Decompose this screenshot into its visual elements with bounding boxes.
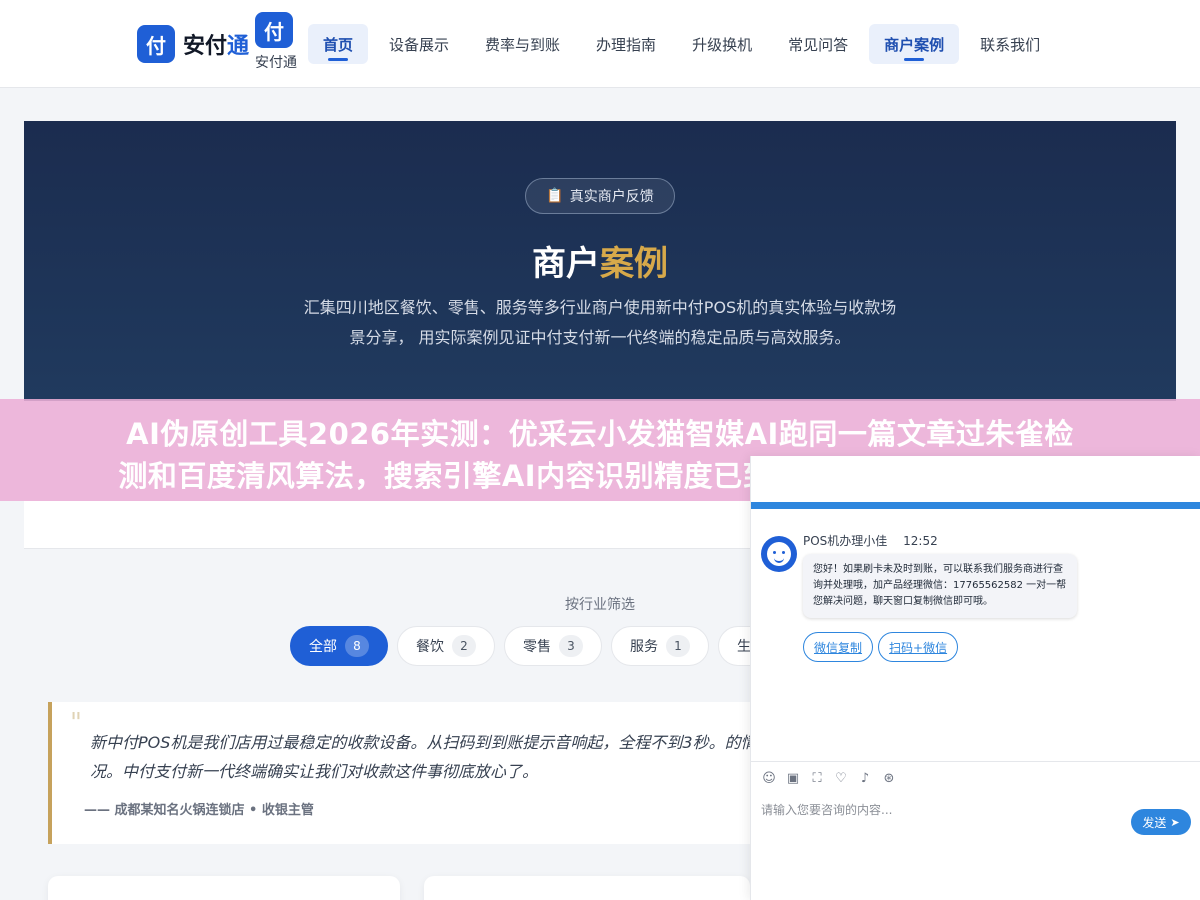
testimonial-author: —— 成都某知名火锅连锁店 • 收银主管 bbox=[84, 803, 314, 818]
logo-secondary[interactable]: 付 安付通 bbox=[255, 12, 297, 72]
nav-guide[interactable]: 办理指南 bbox=[581, 24, 671, 64]
testimonial-text: 新中付POS机是我们店用过最稳定的收款设备。从扫码到到账提示音响起，全程不到3秒… bbox=[90, 733, 757, 781]
logo-text: 安付通 bbox=[183, 34, 250, 59]
copy-wechat-button[interactable]: 微信复制 bbox=[803, 632, 874, 662]
count-badge: 1 bbox=[666, 635, 690, 657]
agent-name: POS机办理小佳 bbox=[803, 534, 888, 548]
hero-section: 📋 真实商户反馈 商户案例 汇集四川地区餐饮、零售、服务等多行业商户使用新中付P… bbox=[24, 121, 1176, 401]
nav-contact[interactable]: 联系我们 bbox=[965, 24, 1055, 64]
case-card[interactable] bbox=[424, 876, 750, 900]
send-arrow-icon: ➤ bbox=[1170, 815, 1180, 829]
case-card[interactable] bbox=[48, 876, 400, 900]
nav-upgrade[interactable]: 升级换机 bbox=[677, 24, 767, 64]
agent-avatar bbox=[761, 536, 797, 572]
chat-widget: — POS机办理小佳 12:52 您好！如果刷卡未及时到账，可以联系我们服务商进… bbox=[750, 456, 1200, 900]
smiley-icon bbox=[767, 542, 791, 566]
maximize-icon[interactable] bbox=[1173, 463, 1185, 475]
scan-wechat-button[interactable]: 扫码+微信 bbox=[878, 632, 959, 662]
image-icon[interactable]: ▣ bbox=[785, 770, 801, 786]
hero-description: 汇集四川地区餐饮、零售、服务等多行业商户使用新中付POS机的真实体验与收款场景分… bbox=[303, 298, 897, 347]
screenshot-icon[interactable]: ⛶ bbox=[809, 770, 825, 786]
nav-cases[interactable]: 商户案例 bbox=[869, 24, 960, 64]
hero-badge-label: 真实商户反馈 bbox=[569, 189, 654, 205]
clipboard-icon: 📋 bbox=[546, 188, 564, 204]
count-badge: 8 bbox=[345, 635, 369, 657]
count-badge: 2 bbox=[452, 635, 476, 657]
filter-chip-all[interactable]: 全部 8 bbox=[290, 626, 388, 666]
chat-toolbar: ☺ ▣ ⛶ ♡ ♪ ⊛ bbox=[761, 770, 905, 786]
nav-home[interactable]: 首页 bbox=[308, 24, 369, 64]
site-header: 付 安付通 付 安付通 首页 设备展示 费率与到账 办理指南 升级换机 常见问答… bbox=[0, 0, 1200, 88]
stats-strip bbox=[24, 501, 750, 549]
testimonial-card: " 新中付POS机是我们店用过最稳定的收款设备。从扫码到到账提示音响起，全程不到… bbox=[48, 702, 757, 844]
quick-actions: 微信复制 扫码+微信 bbox=[803, 632, 963, 662]
message-time: 12:52 bbox=[903, 534, 938, 548]
main-nav: 首页 设备展示 费率与到账 办理指南 升级换机 常见问答 商户案例 联系我们 bbox=[308, 24, 1061, 64]
nav-devices[interactable]: 设备展示 bbox=[374, 24, 464, 64]
logo-mark: 付 bbox=[137, 25, 175, 63]
quote-icon: " bbox=[70, 708, 82, 738]
emoji-icon[interactable]: ☺ bbox=[761, 770, 777, 786]
filter-chip-retail[interactable]: 零售 3 bbox=[504, 626, 602, 666]
logo-secondary-text: 安付通 bbox=[255, 55, 297, 71]
nav-rates[interactable]: 费率与到账 bbox=[470, 24, 575, 64]
filter-chip-dining[interactable]: 餐饮 2 bbox=[397, 626, 495, 666]
nav-faq[interactable]: 常见问答 bbox=[773, 24, 863, 64]
page-title: 商户案例 bbox=[532, 244, 668, 284]
minimize-icon[interactable]: — bbox=[1152, 461, 1168, 480]
hero-badge: 📋 真实商户反馈 bbox=[525, 178, 675, 214]
banner-line-1: AI伪原创工具2026年实测：优采云小发猫智媒AI跑同一篇文章过朱雀检 bbox=[126, 417, 1074, 451]
logo[interactable]: 付 安付通 bbox=[137, 25, 249, 63]
chat-accent-bar bbox=[751, 502, 1200, 509]
logo-secondary-mark: 付 bbox=[255, 12, 293, 48]
sound-icon[interactable]: ♪ bbox=[857, 770, 873, 786]
chat-input[interactable] bbox=[761, 800, 1121, 820]
rate-icon[interactable]: ♡ bbox=[833, 770, 849, 786]
filter-chip-service[interactable]: 服务 1 bbox=[611, 626, 709, 666]
count-badge: 3 bbox=[559, 635, 583, 657]
industry-filters: 全部 8 餐饮 2 零售 3 服务 1 生鲜 bbox=[290, 626, 793, 666]
more-icon[interactable]: ⊛ bbox=[881, 770, 897, 786]
divider bbox=[751, 761, 1200, 762]
message-bubble: 您好！如果刷卡未及时到账，可以联系我们服务商进行查询并处理哦，加产品经理微信：1… bbox=[803, 554, 1077, 618]
send-button[interactable]: 发送 ➤ bbox=[1131, 809, 1191, 835]
agent-meta: POS机办理小佳 12:52 bbox=[803, 532, 938, 549]
